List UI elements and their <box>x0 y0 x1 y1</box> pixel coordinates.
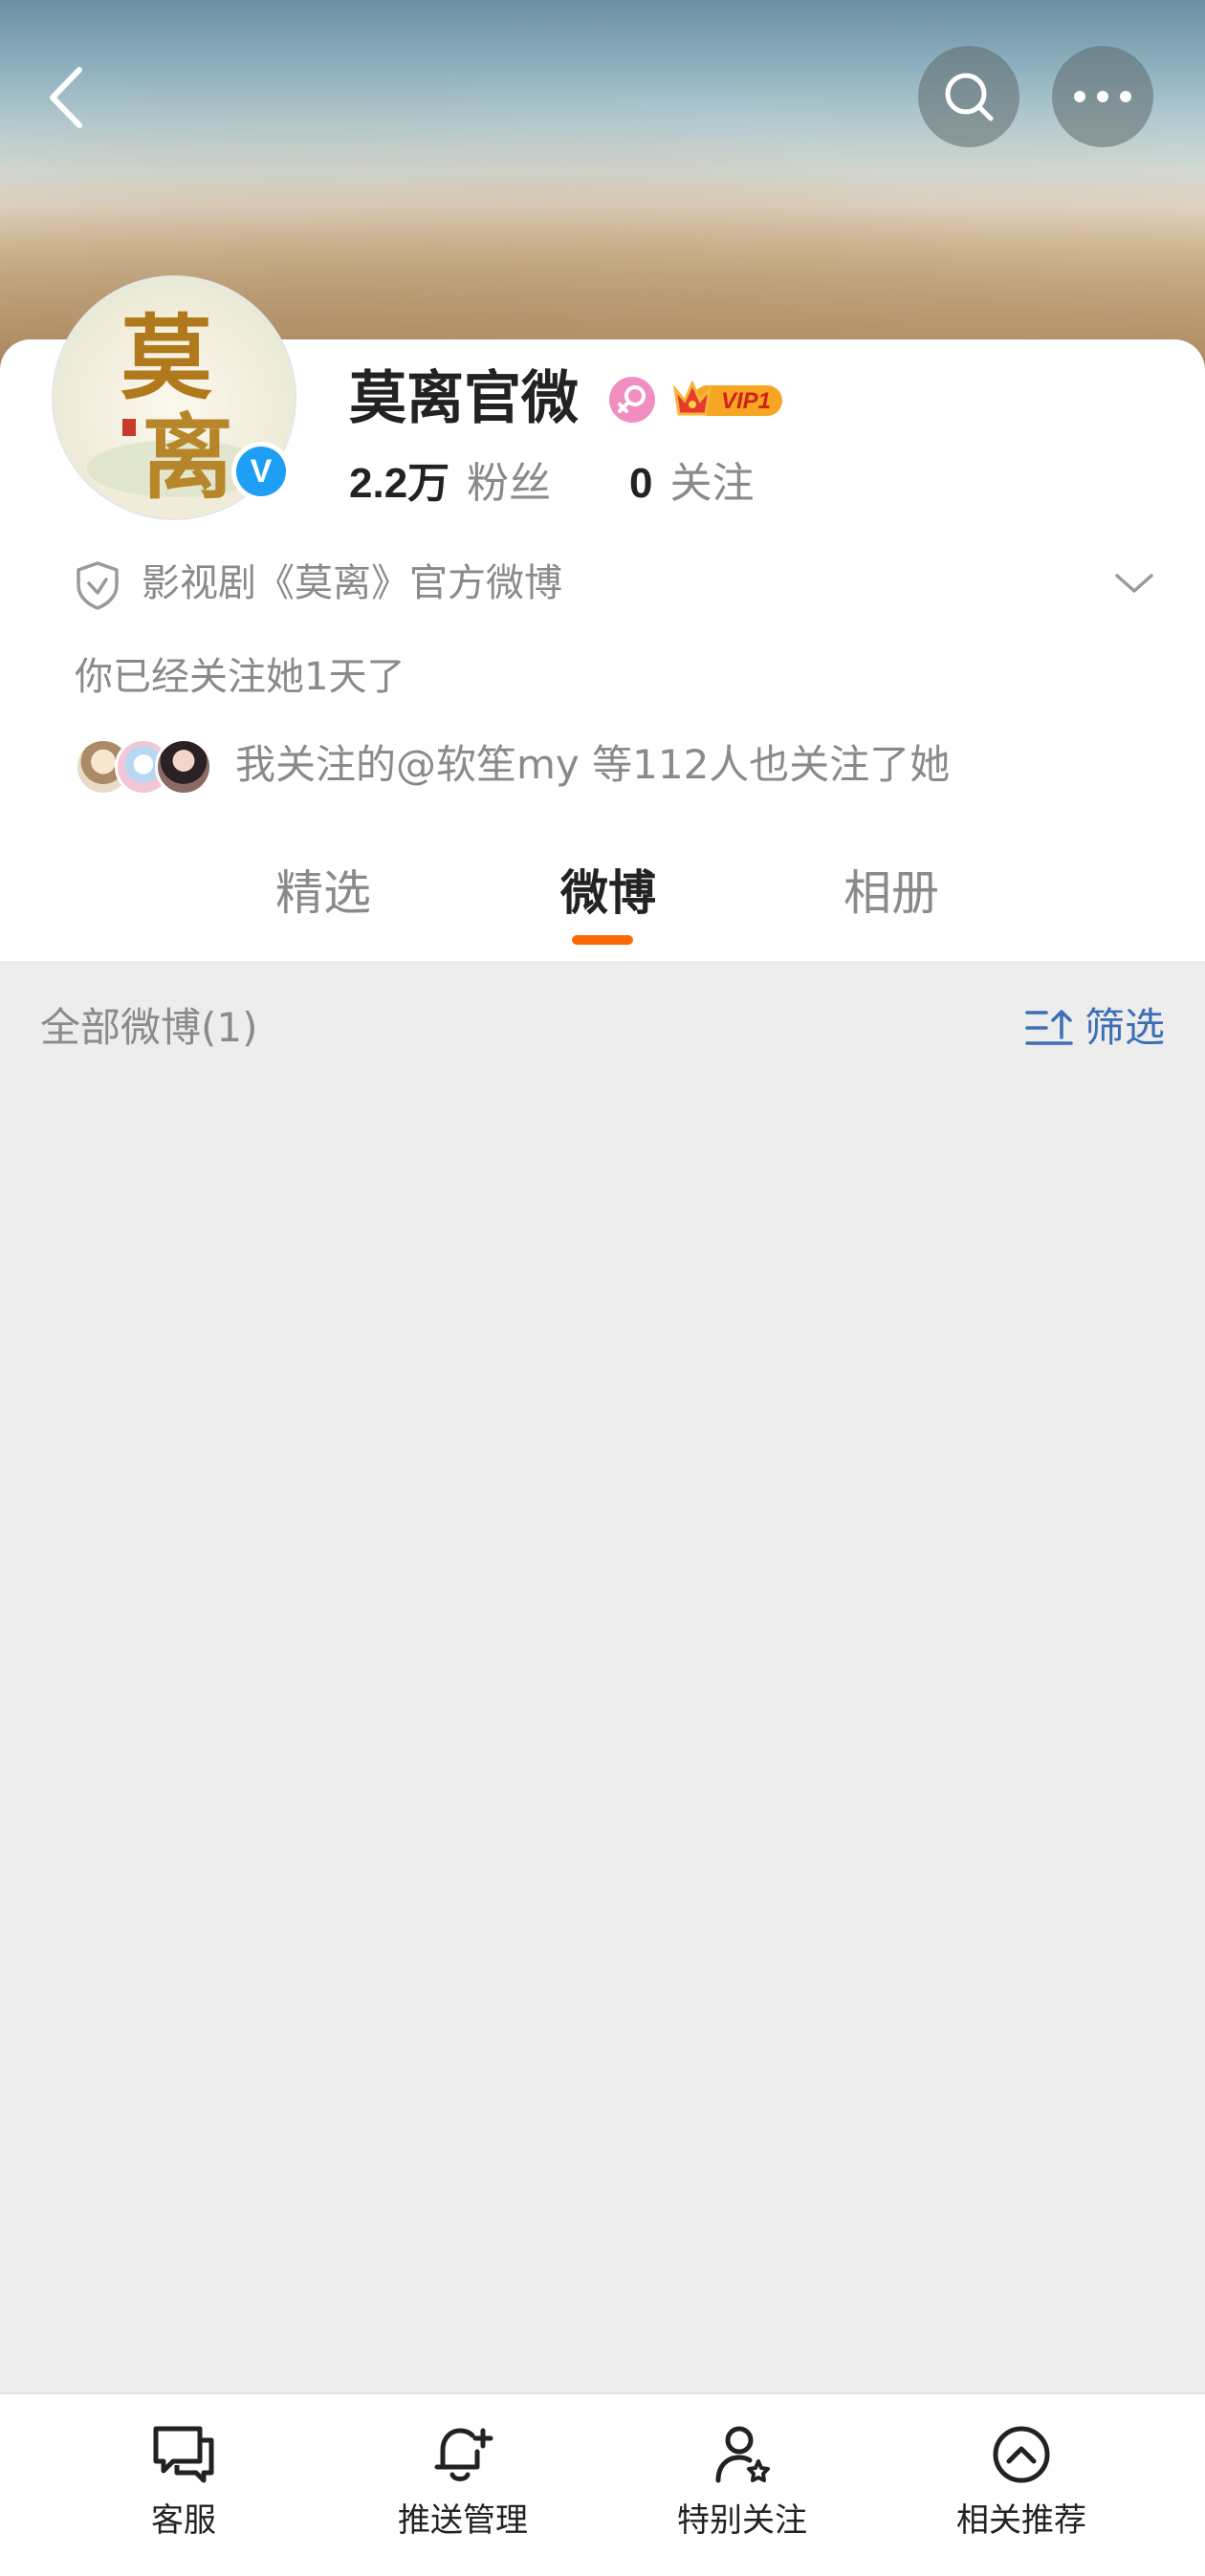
following-count: 0 <box>629 460 653 507</box>
push-settings-label: 推送管理 <box>398 2501 528 2540</box>
back-button[interactable] <box>34 59 98 136</box>
push-settings-button[interactable]: 推送管理 <box>348 2423 578 2542</box>
profile-tabs: 精选 微博 相册 <box>0 841 1205 960</box>
special-follow-label: 特别关注 <box>677 2501 807 2540</box>
related-recommend-label: 相关推荐 <box>956 2501 1086 2540</box>
verification-text: 影视剧《莫离》官方微博 <box>142 561 562 605</box>
svg-text:离: 离 <box>142 404 233 512</box>
customer-service-label: 客服 <box>151 2501 216 2540</box>
tab-featured[interactable]: 精选 <box>228 862 419 924</box>
chevron-down-icon[interactable] <box>1113 564 1155 602</box>
shield-check-icon <box>77 561 119 610</box>
female-gender-icon <box>609 377 655 423</box>
verification-row[interactable]: 影视剧《莫离》官方微博 <box>75 553 1155 614</box>
related-recommend-button[interactable]: 相关推荐 <box>907 2423 1136 2542</box>
following-stat[interactable]: 0 关注 <box>629 455 754 513</box>
verified-v-icon: V <box>236 447 286 496</box>
filter-label: 筛选 <box>1084 1004 1165 1051</box>
bottom-action-bar: 客服 推送管理 特别关注 相关推荐 <box>0 2392 1205 2576</box>
circle-chevron-up-icon <box>993 2426 1050 2483</box>
active-tab-indicator <box>572 935 633 945</box>
search-button[interactable] <box>918 46 1019 147</box>
filter-sort-icon <box>1025 1010 1073 1045</box>
verified-badge: V <box>231 442 291 501</box>
fans-stat[interactable]: 2.2万 粉丝 <box>349 455 551 513</box>
mutual-follow-text: 我关注的@软笙my 等112人也关注了她 <box>235 741 951 788</box>
vip-crown-icon[interactable]: VIP1 <box>671 376 784 424</box>
more-options-button[interactable] <box>1052 46 1153 147</box>
chevron-left-icon <box>50 67 82 128</box>
customer-service-button[interactable]: 客服 <box>69 2423 298 2542</box>
more-dots-icon <box>1074 91 1131 102</box>
feed-content-area <box>0 1092 1205 2392</box>
special-follow-button[interactable]: 特别关注 <box>627 2423 857 2542</box>
profile-name: 莫离官微 <box>349 365 579 432</box>
mutual-avatar <box>155 738 212 796</box>
filter-button[interactable]: 筛选 <box>1025 1000 1165 1056</box>
user-star-icon <box>715 2426 770 2483</box>
followed-duration: 你已经关注她1天了 <box>75 655 405 699</box>
all-posts-label: 全部微博(1) <box>40 1004 258 1051</box>
fans-label: 粉丝 <box>467 459 552 508</box>
fans-count: 2.2万 <box>349 460 450 507</box>
bell-plus-icon <box>434 2428 493 2481</box>
svg-text:VIP1: VIP1 <box>721 388 771 414</box>
tab-weibo[interactable]: 微博 <box>513 862 704 924</box>
filter-bar: 全部微博(1) 筛选 <box>0 964 1205 1092</box>
following-label: 关注 <box>669 459 755 508</box>
tab-album[interactable]: 相册 <box>796 862 987 924</box>
chat-bubbles-icon <box>153 2426 214 2483</box>
search-icon <box>945 73 994 121</box>
svg-text:莫: 莫 <box>120 304 212 412</box>
